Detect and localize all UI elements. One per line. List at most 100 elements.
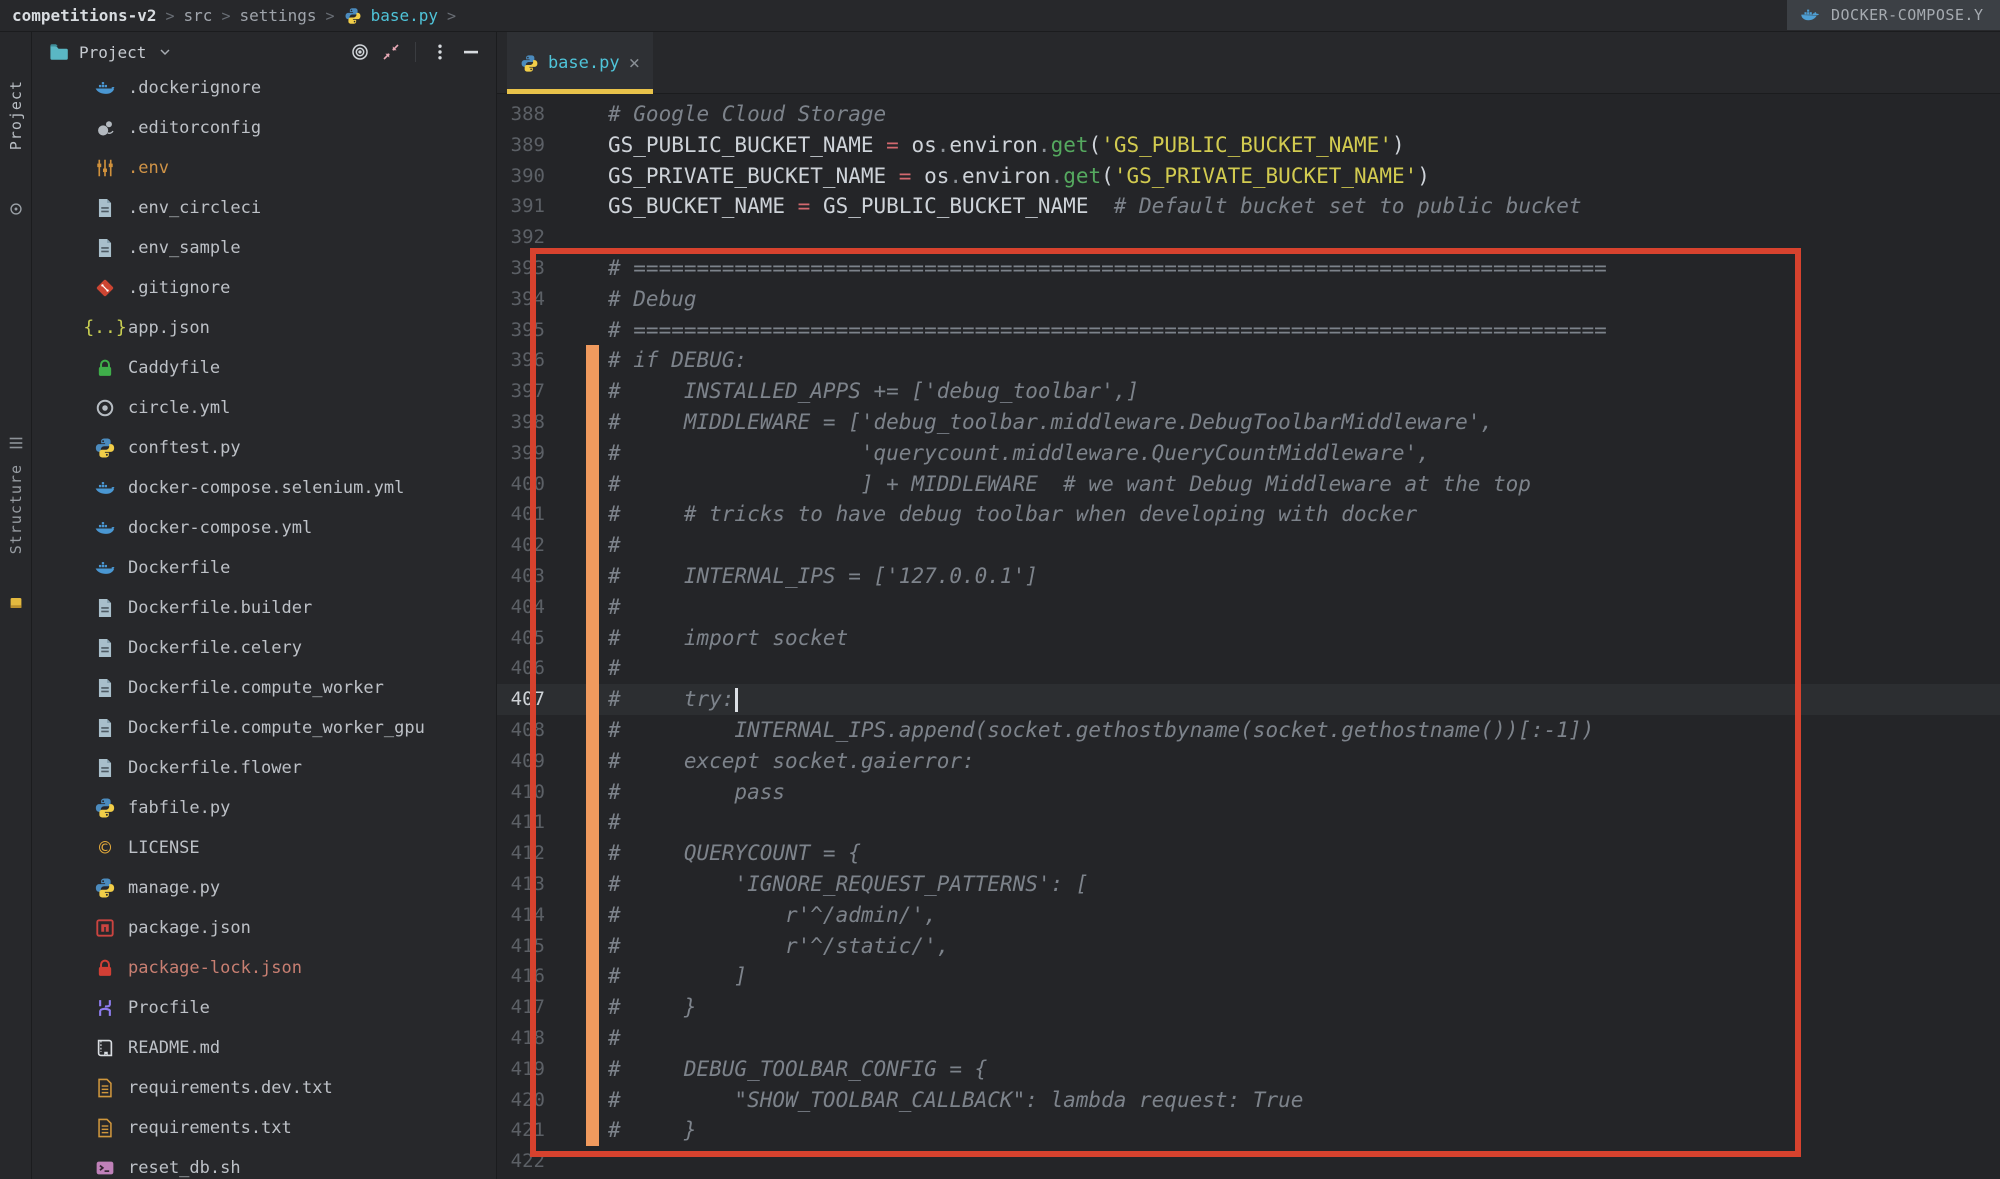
lock-red-icon xyxy=(94,957,116,979)
code-line-403[interactable]: # INTERNAL_IPS = ['127.0.0.1'] xyxy=(608,561,1607,592)
tree-item-caddyfile[interactable]: Caddyfile xyxy=(32,348,496,388)
python-icon xyxy=(344,7,362,25)
breadcrumb-separator: > xyxy=(166,7,175,25)
close-icon[interactable]: × xyxy=(629,54,640,73)
code-line-409[interactable]: # except socket.gaierror: xyxy=(608,746,1607,777)
stripe-tab-project[interactable]: Project xyxy=(7,80,25,150)
hide-panel-icon[interactable] xyxy=(460,41,482,63)
tree-item-label: Dockerfile.compute_worker_gpu xyxy=(128,718,425,738)
tree-item-label: Dockerfile.celery xyxy=(128,638,302,658)
code-line-395[interactable]: # ======================================… xyxy=(608,315,1607,346)
code-line-390[interactable]: GS_PRIVATE_BUCKET_NAME = os.environ.get(… xyxy=(608,161,1607,192)
code-line-418[interactable]: # xyxy=(608,1023,1607,1054)
code-line-388[interactable]: # Google Cloud Storage xyxy=(608,99,1607,130)
code-line-410[interactable]: # pass xyxy=(608,777,1607,808)
breadcrumb-item-competitions-v2[interactable]: competitions-v2 xyxy=(12,6,157,25)
code-line-420[interactable]: # "SHOW_TOOLBAR_CALLBACK": lambda reques… xyxy=(608,1085,1607,1116)
structure-list-icon[interactable] xyxy=(7,434,25,452)
tree-item-dockerfile-builder[interactable]: Dockerfile.builder xyxy=(32,588,496,628)
code-line-402[interactable]: # xyxy=(608,530,1607,561)
code-line-411[interactable]: # xyxy=(608,807,1607,838)
breadcrumb-item-settings[interactable]: settings xyxy=(239,6,316,25)
project-panel-header: Project xyxy=(32,32,496,72)
code-lines: # Google Cloud StorageGS_PUBLIC_BUCKET_N… xyxy=(608,99,1607,1177)
project-panel-title[interactable]: Project xyxy=(79,43,146,62)
tree-item-package-json[interactable]: package.json xyxy=(32,908,496,948)
code-line-393[interactable]: # ======================================… xyxy=(608,253,1607,284)
file-icon xyxy=(94,637,116,659)
code-line-406[interactable]: # xyxy=(608,653,1607,684)
tree-item-dockerfile-compute-worker[interactable]: Dockerfile.compute_worker xyxy=(32,668,496,708)
docker-icon xyxy=(1800,5,1820,25)
code-line-408[interactable]: # INTERNAL_IPS.append(socket.gethostbyna… xyxy=(608,715,1607,746)
code-line-417[interactable]: # } xyxy=(608,992,1607,1023)
tree-item-dockerfile-celery[interactable]: Dockerfile.celery xyxy=(32,628,496,668)
tree-item-label: manage.py xyxy=(128,878,220,898)
code-line-414[interactable]: # r'^/admin/', xyxy=(608,900,1607,931)
collapse-all-icon[interactable] xyxy=(380,41,402,63)
breadcrumb-separator: > xyxy=(447,7,456,25)
tree-item-circle-yml[interactable]: circle.yml xyxy=(32,388,496,428)
locate-dot-icon[interactable] xyxy=(7,200,25,218)
code-line-416[interactable]: # ] xyxy=(608,961,1607,992)
tree-item-docker-compose-selenium-yml[interactable]: docker-compose.selenium.yml xyxy=(32,468,496,508)
file-icon xyxy=(94,717,116,739)
tree-item-dockerfile-flower[interactable]: Dockerfile.flower xyxy=(32,748,496,788)
copyright-icon: © xyxy=(94,837,116,859)
code-line-422[interactable] xyxy=(608,1146,1607,1177)
tree-item-app-json[interactable]: {..}app.json xyxy=(32,308,496,348)
code-line-400[interactable]: # ] + MIDDLEWARE # we want Debug Middlew… xyxy=(608,469,1607,500)
code-area[interactable]: 3883893903913923933943953963973983994004… xyxy=(497,94,2000,1179)
code-line-389[interactable]: GS_PUBLIC_BUCKET_NAME = os.environ.get('… xyxy=(608,130,1607,161)
tree-item-label: Procfile xyxy=(128,998,210,1018)
tree-item-requirements-dev-txt[interactable]: requirements.dev.txt xyxy=(32,1068,496,1108)
code-line-412[interactable]: # QUERYCOUNT = { xyxy=(608,838,1607,869)
tree-item-fabfile-py[interactable]: fabfile.py xyxy=(32,788,496,828)
more-options-icon[interactable] xyxy=(429,41,451,63)
line-number-410: 410 xyxy=(497,777,548,808)
tree-item-license[interactable]: ©LICENSE xyxy=(32,828,496,868)
tree-item-dockerfile-compute-worker-gpu[interactable]: Dockerfile.compute_worker_gpu xyxy=(32,708,496,748)
breadcrumb-item-src[interactable]: src xyxy=(184,6,213,25)
run-widget-docker-compose[interactable]: DOCKER-COMPOSE.Y xyxy=(1787,0,2000,30)
code-line-399[interactable]: # 'querycount.middleware.QueryCountMiddl… xyxy=(608,438,1607,469)
code-line-391[interactable]: GS_BUCKET_NAME = GS_PUBLIC_BUCKET_NAME #… xyxy=(608,191,1607,222)
code-line-398[interactable]: # MIDDLEWARE = ['debug_toolbar.middlewar… xyxy=(608,407,1607,438)
code-line-413[interactable]: # 'IGNORE_REQUEST_PATTERNS': [ xyxy=(608,869,1607,900)
tree-item-conftest-py[interactable]: conftest.py xyxy=(32,428,496,468)
tree-item--dockerignore[interactable]: .dockerignore xyxy=(32,68,496,108)
tree-item--env-sample[interactable]: .env_sample xyxy=(32,228,496,268)
breadcrumb-separator: > xyxy=(221,7,230,25)
code-line-421[interactable]: # } xyxy=(608,1115,1607,1146)
line-number-390: 390 xyxy=(497,161,548,192)
code-line-404[interactable]: # xyxy=(608,592,1607,623)
tab-base-py[interactable]: base.py × xyxy=(507,32,653,94)
code-line-401[interactable]: # # tricks to have debug toolbar when de… xyxy=(608,499,1607,530)
code-line-415[interactable]: # r'^/static/', xyxy=(608,931,1607,962)
code-line-396[interactable]: # if DEBUG: xyxy=(608,345,1607,376)
tree-item-requirements-txt[interactable]: requirements.txt xyxy=(32,1108,496,1148)
chevron-down-icon[interactable] xyxy=(157,44,173,60)
tree-item--env[interactable]: .env xyxy=(32,148,496,188)
bookmark-icon[interactable] xyxy=(7,594,25,612)
tree-item--gitignore[interactable]: .gitignore xyxy=(32,268,496,308)
code-line-419[interactable]: # DEBUG_TOOLBAR_CONFIG = { xyxy=(608,1054,1607,1085)
breadcrumb-item-base-py[interactable]: base.py xyxy=(371,6,438,25)
tree-item--env-circleci[interactable]: .env_circleci xyxy=(32,188,496,228)
tree-item-package-lock-json[interactable]: package-lock.json xyxy=(32,948,496,988)
code-line-392[interactable] xyxy=(608,222,1607,253)
tree-item-label: README.md xyxy=(128,1038,220,1058)
locate-target-icon[interactable] xyxy=(349,41,371,63)
tree-item-reset-db-sh[interactable]: reset_db.sh xyxy=(32,1148,496,1179)
tree-item-procfile[interactable]: Procfile xyxy=(32,988,496,1028)
tree-item-dockerfile[interactable]: Dockerfile xyxy=(32,548,496,588)
stripe-tab-structure[interactable]: Structure xyxy=(7,464,25,554)
code-line-394[interactable]: # Debug xyxy=(608,284,1607,315)
code-line-407[interactable]: # try: xyxy=(608,684,1607,715)
tree-item-docker-compose-yml[interactable]: docker-compose.yml xyxy=(32,508,496,548)
tree-item--editorconfig[interactable]: .editorconfig xyxy=(32,108,496,148)
code-line-405[interactable]: # import socket xyxy=(608,623,1607,654)
code-line-397[interactable]: # INSTALLED_APPS += ['debug_toolbar',] xyxy=(608,376,1607,407)
tree-item-readme-md[interactable]: README.md xyxy=(32,1028,496,1068)
tree-item-manage-py[interactable]: manage.py xyxy=(32,868,496,908)
